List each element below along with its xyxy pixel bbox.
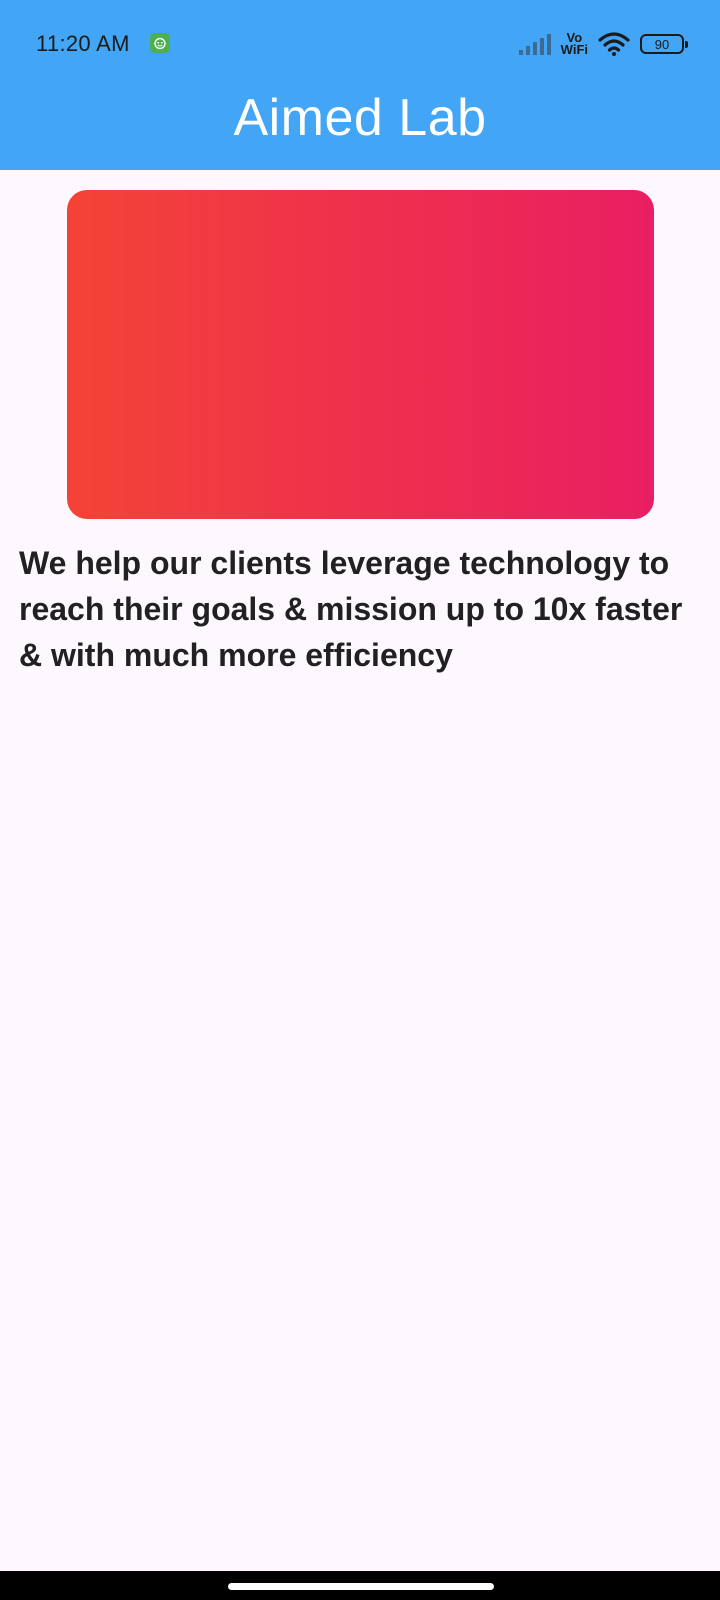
status-bar: 11:20 AM Vo WiFi 90 <box>0 0 720 90</box>
tagline-text: We help our clients leverage technology … <box>19 545 683 673</box>
battery-icon: 90 <box>640 34 688 54</box>
vowifi-icon: Vo WiFi <box>560 31 588 57</box>
vowifi-bottom: WiFi <box>560 42 588 57</box>
wifi-icon <box>598 32 630 56</box>
home-indicator[interactable] <box>228 1583 494 1590</box>
android-face-icon <box>150 33 170 53</box>
signal-icon <box>518 34 551 55</box>
gradient-banner <box>67 190 654 519</box>
status-time: 11:20 AM <box>36 31 130 56</box>
navigation-bar <box>0 1571 720 1600</box>
app-title: Aimed Lab <box>233 89 487 147</box>
battery-level: 90 <box>654 36 670 52</box>
status-icons: Vo WiFi 90 <box>517 27 688 61</box>
app-bar: 11:20 AM Vo WiFi 90 Aimed Lab <box>0 0 720 170</box>
